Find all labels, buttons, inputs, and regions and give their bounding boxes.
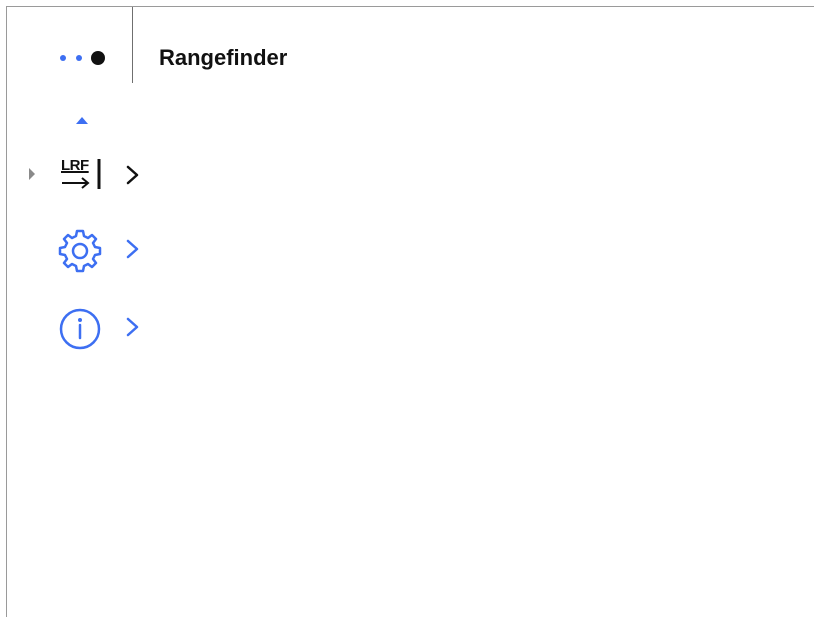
scroll-up-icon[interactable] <box>76 117 88 124</box>
page-dot-1[interactable] <box>60 55 66 61</box>
selection-caret-icon <box>29 168 35 180</box>
chevron-right-icon[interactable] <box>125 163 141 187</box>
menu-item-rangefinder[interactable]: LRF <box>20 150 160 200</box>
page-title: Rangefinder <box>159 45 288 70</box>
page-dot-3-active[interactable] <box>91 51 105 65</box>
chevron-right-icon[interactable] <box>125 237 141 261</box>
chevron-right-icon[interactable] <box>125 315 141 339</box>
page-indicator <box>60 51 110 65</box>
lrf-icon: LRF <box>58 153 106 197</box>
page-dot-2[interactable] <box>76 55 82 61</box>
header-divider <box>132 7 133 83</box>
gear-icon <box>58 227 106 273</box>
menu-item-settings[interactable] <box>20 224 160 274</box>
menu-item-info[interactable] <box>20 302 160 352</box>
info-icon <box>58 305 106 350</box>
